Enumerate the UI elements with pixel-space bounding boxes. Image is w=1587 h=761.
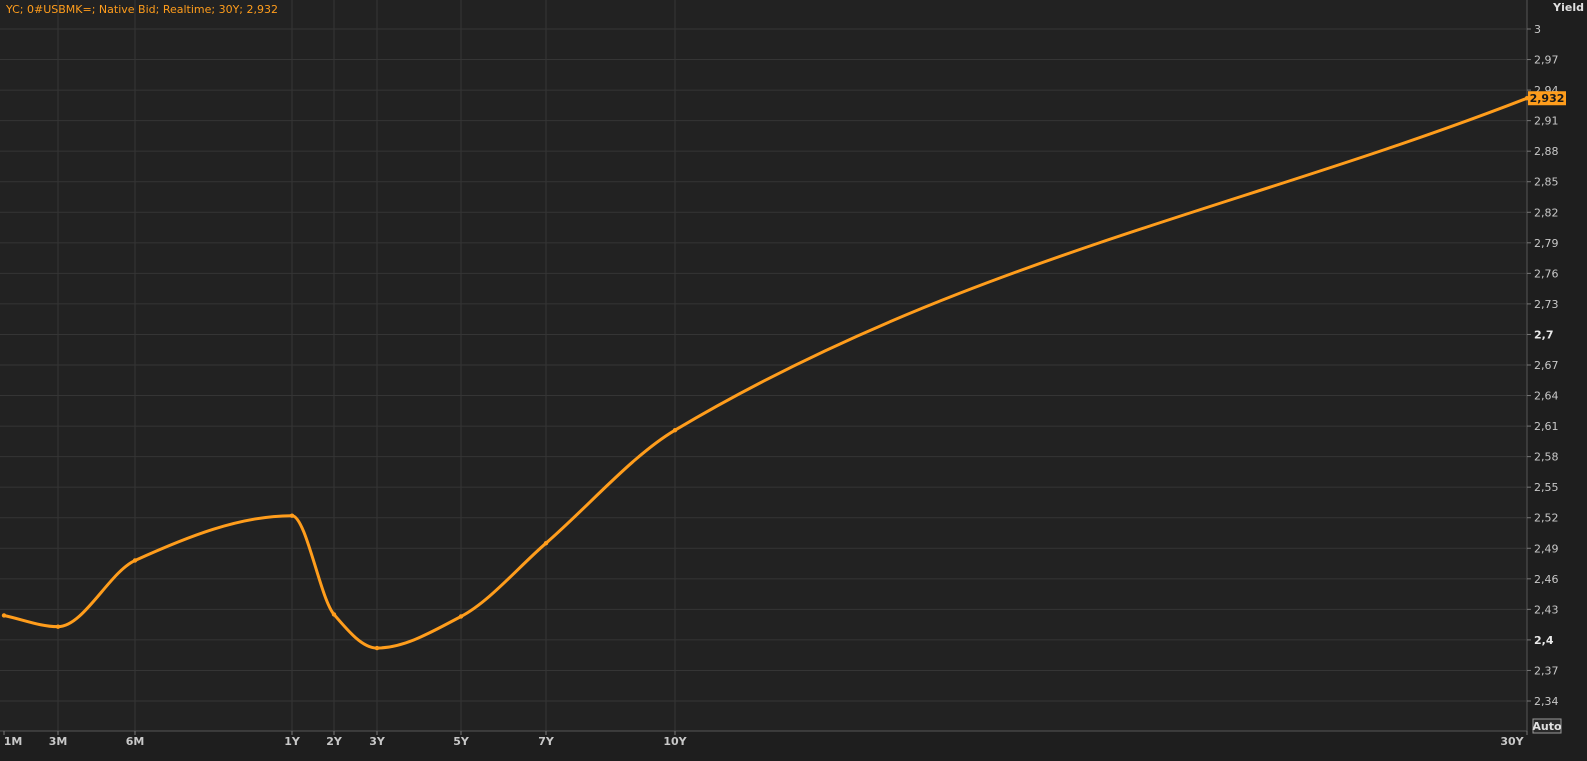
x-tick-label: 7Y — [538, 735, 555, 748]
y-tick-label: 3 — [1534, 23, 1541, 36]
y-tick-label: 2,46 — [1534, 573, 1559, 586]
y-tick-label: 2,88 — [1534, 145, 1559, 158]
y-tick-label: 2,73 — [1534, 298, 1559, 311]
chart-title: YC; 0#USBMK=; Native Bid; Realtime; 30Y;… — [5, 3, 278, 16]
x-tick-label: 10Y — [663, 735, 687, 748]
y-tick-label: 2,4 — [1534, 634, 1554, 647]
x-tick-label: 6M — [126, 735, 145, 748]
y-tick-label: 2,64 — [1534, 390, 1559, 403]
data-point-3y — [374, 645, 380, 651]
y-tick-label: 2,52 — [1534, 512, 1559, 525]
y-tick-label: 2,37 — [1534, 664, 1559, 677]
last-value-label: 2,932 — [1530, 92, 1565, 105]
x-tick-label: 1M — [4, 735, 23, 748]
x-tick-label: 30Y — [1500, 735, 1524, 748]
data-point-3m — [55, 624, 61, 629]
yield-curve-chart: 3 2,97 2,94 2,91 2,88 2,85 2,82 2,79 2,76 2,73 2,7… — [0, 0, 1587, 761]
y-tick-label: 2,97 — [1534, 54, 1559, 67]
data-point-7y — [543, 540, 549, 546]
x-tick-label: 5Y — [453, 735, 470, 748]
y-tick-label: 2,55 — [1534, 481, 1559, 494]
x-tick-label: 2Y — [326, 735, 343, 748]
y-tick-label: 2,67 — [1534, 359, 1559, 372]
y-tick-label: 2,91 — [1534, 115, 1559, 128]
y-tick-label: 2,34 — [1534, 695, 1559, 708]
data-point-6m — [132, 558, 138, 563]
data-point-1m — [1, 613, 7, 618]
y-tick-label: 2,49 — [1534, 542, 1559, 555]
y-tick-label: 2,82 — [1534, 206, 1559, 219]
x-tick-label: 3Y — [369, 735, 386, 748]
data-point-1y — [289, 513, 295, 518]
y-tick-label: 2,43 — [1534, 603, 1559, 616]
data-point-5y — [458, 614, 464, 619]
data-point-2y — [331, 612, 337, 617]
x-tick-label: 1Y — [284, 735, 301, 748]
chart-svg: 32,972,942,912,882,852,822,792,762,732,7… — [0, 0, 1587, 761]
y-tick-label: 2,79 — [1534, 237, 1559, 250]
y-axis-title: Yield — [1552, 1, 1584, 14]
data-point-10y — [672, 427, 678, 433]
y-tick-label: 2,76 — [1534, 267, 1559, 280]
y-tick-label: 2,7 — [1534, 328, 1554, 341]
last-value-marker: 2,932 — [1528, 91, 1566, 106]
auto-scale-button[interactable]: Auto — [1532, 718, 1562, 734]
y-tick-label: 2,61 — [1534, 420, 1559, 433]
x-tick-label: 3M — [49, 735, 68, 748]
y-tick-label: 2,58 — [1534, 451, 1559, 464]
auto-scale-label: Auto — [1532, 720, 1562, 733]
y-tick-label: 2,85 — [1534, 176, 1559, 189]
